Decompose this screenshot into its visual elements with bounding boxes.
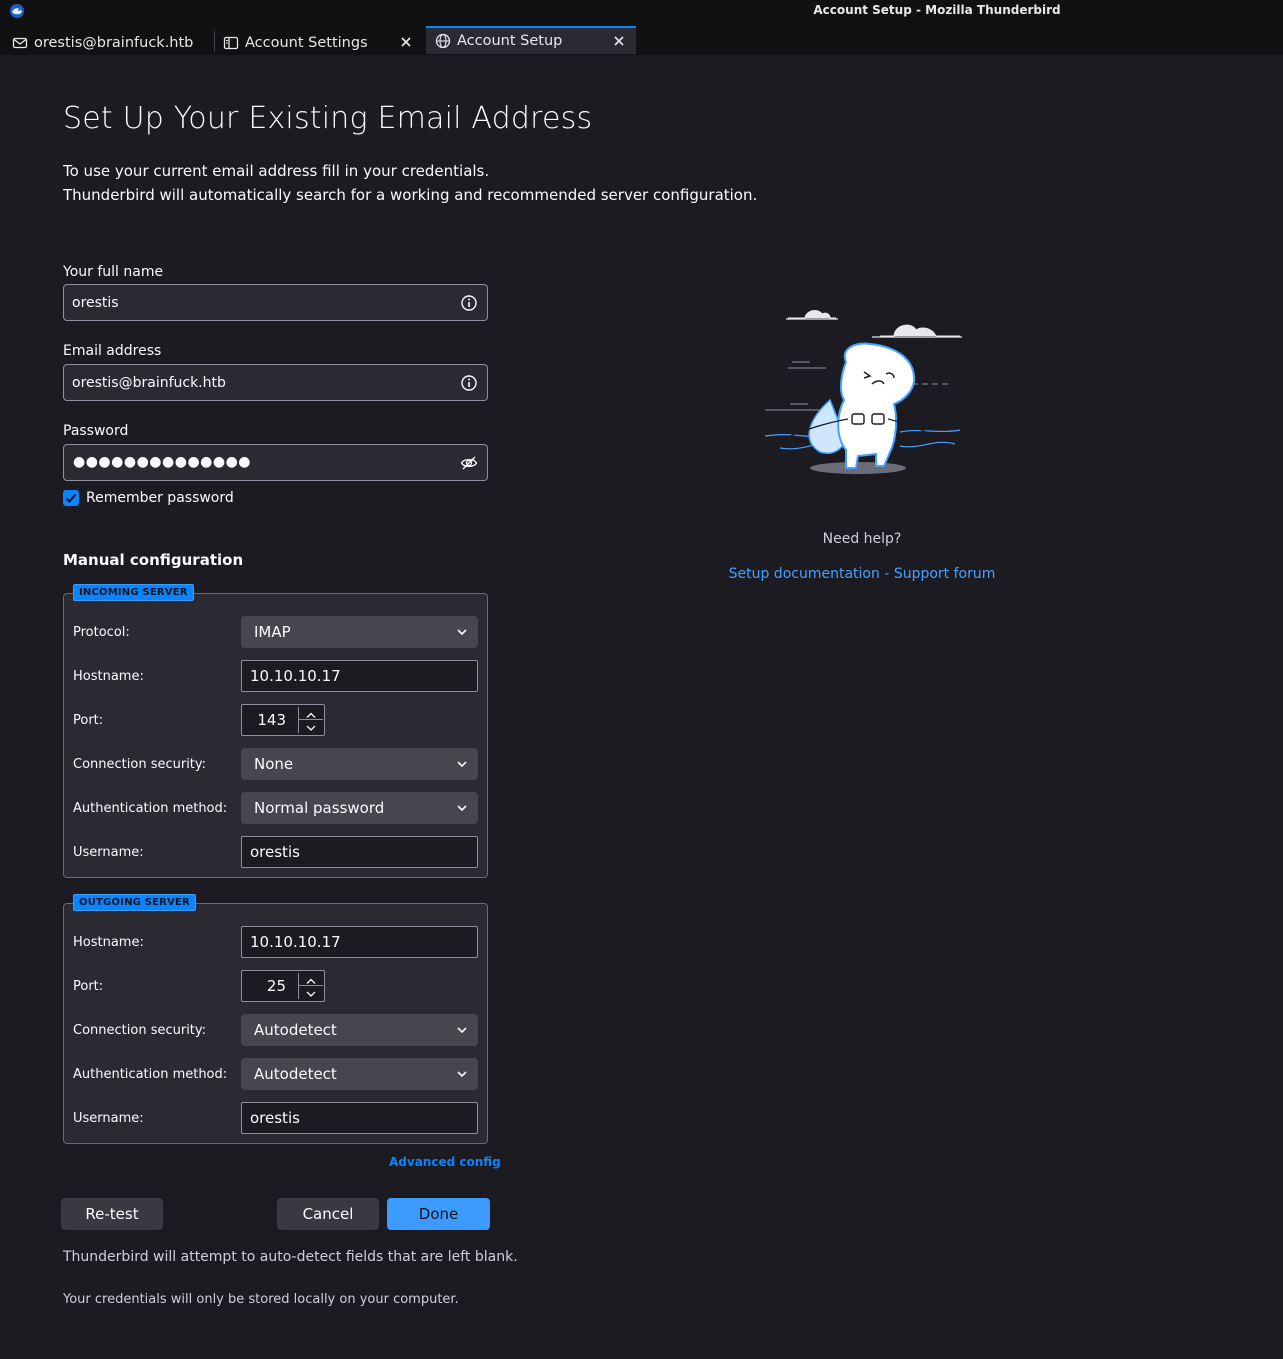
- incoming-auth-value: Normal password: [254, 799, 385, 817]
- remember-password-checkbox[interactable]: [63, 490, 79, 506]
- chevron-down-icon: [306, 725, 316, 731]
- spin-down-button[interactable]: [299, 986, 323, 999]
- spin-up-button[interactable]: [299, 707, 323, 720]
- tab-separator: [214, 31, 215, 51]
- outgoing-hostname-input[interactable]: 10.10.10.17: [241, 926, 478, 958]
- tab-account-setup[interactable]: Account Setup: [426, 26, 636, 54]
- full-name-input[interactable]: [64, 285, 454, 320]
- full-name-field[interactable]: [63, 284, 488, 321]
- close-icon[interactable]: [612, 34, 626, 48]
- password-label: Password: [63, 423, 129, 439]
- need-help-text: Need help?: [822, 531, 902, 547]
- incoming-security-value: None: [254, 755, 294, 773]
- spin-down-button[interactable]: [299, 720, 323, 733]
- outgoing-server-group: OUTGOING SERVER Hostname: 10.10.10.17 Po…: [63, 894, 488, 1144]
- outgoing-port-stepper[interactable]: 25: [241, 970, 325, 1002]
- password-field[interactable]: ●●●●●●●●●●●●●●: [63, 444, 488, 481]
- help-links-separator: -: [884, 566, 890, 582]
- email-field[interactable]: [63, 364, 488, 401]
- full-name-label: Your full name: [63, 264, 164, 280]
- intro-text: To use your current email address fill i…: [63, 159, 757, 207]
- incoming-hostname-input[interactable]: 10.10.10.17: [241, 660, 478, 692]
- cancel-button[interactable]: Cancel: [277, 1198, 379, 1230]
- credentials-note: Your credentials will only be stored loc…: [63, 1292, 459, 1307]
- chevron-down-icon: [457, 1071, 467, 1078]
- incoming-server-badge: INCOMING SERVER: [73, 584, 194, 601]
- incoming-port-label: Port:: [73, 713, 104, 728]
- autodetect-note: Thunderbird will attempt to auto-detect …: [63, 1249, 518, 1265]
- chevron-down-icon: [457, 629, 467, 636]
- incoming-protocol-value: IMAP: [254, 623, 291, 641]
- intro-line-2: Thunderbird will automatically search fo…: [63, 186, 758, 204]
- chevron-down-icon: [457, 805, 467, 812]
- outgoing-security-select[interactable]: Autodetect: [241, 1014, 478, 1046]
- setup-documentation-link[interactable]: Setup documentation: [729, 566, 880, 582]
- settings-page-icon: [223, 36, 239, 50]
- manual-config-title: Manual configuration: [63, 551, 244, 569]
- tab-account-settings-label: Account Settings: [245, 35, 368, 51]
- dinosaur-illustration: [764, 310, 962, 474]
- help-links: Setup documentation - Support forum: [700, 566, 1024, 582]
- incoming-port-stepper[interactable]: 143: [241, 704, 325, 736]
- incoming-port-value: 143: [257, 711, 286, 729]
- info-icon[interactable]: [460, 374, 478, 392]
- port-spinner: [298, 707, 323, 733]
- globe-icon: [435, 33, 451, 49]
- outgoing-hostname-label: Hostname:: [73, 935, 144, 950]
- page-title: Set Up Your Existing Email Address: [63, 101, 593, 136]
- email-input[interactable]: [64, 365, 454, 400]
- outgoing-security-label: Connection security:: [73, 1023, 207, 1038]
- close-icon[interactable]: [399, 35, 413, 49]
- outgoing-username-label: Username:: [73, 1111, 144, 1126]
- port-spinner: [298, 973, 323, 999]
- email-label: Email address: [63, 343, 162, 359]
- outgoing-auth-select[interactable]: Autodetect: [241, 1058, 478, 1090]
- password-mask: ●●●●●●●●●●●●●●: [73, 454, 252, 470]
- support-forum-link[interactable]: Support forum: [894, 566, 996, 582]
- incoming-username-label: Username:: [73, 845, 144, 860]
- outgoing-security-value: Autodetect: [254, 1021, 337, 1039]
- checkmark-icon: [65, 493, 77, 503]
- incoming-hostname-label: Hostname:: [73, 669, 144, 684]
- chevron-down-icon: [457, 1027, 467, 1034]
- advanced-config-link[interactable]: Advanced config: [389, 1155, 501, 1169]
- outgoing-server-badge: OUTGOING SERVER: [73, 894, 196, 911]
- incoming-username-input[interactable]: orestis: [241, 836, 478, 868]
- outgoing-auth-value: Autodetect: [254, 1065, 337, 1083]
- incoming-auth-label: Authentication method:: [73, 801, 228, 816]
- spin-up-button[interactable]: [299, 973, 323, 986]
- outgoing-port-label: Port:: [73, 979, 104, 994]
- outgoing-port-value: 25: [266, 977, 286, 995]
- incoming-security-label: Connection security:: [73, 757, 207, 772]
- done-button[interactable]: Done: [387, 1198, 490, 1230]
- incoming-protocol-label: Protocol:: [73, 625, 130, 640]
- retest-button[interactable]: Re-test: [61, 1198, 163, 1230]
- incoming-server-group: INCOMING SERVER Protocol: IMAP Hostname:…: [63, 584, 488, 878]
- incoming-protocol-select[interactable]: IMAP: [241, 616, 478, 648]
- incoming-auth-select[interactable]: Normal password: [241, 792, 478, 824]
- tab-account-setup-label: Account Setup: [457, 33, 563, 49]
- remember-password[interactable]: Remember password: [63, 490, 234, 506]
- outgoing-auth-label: Authentication method:: [73, 1067, 228, 1082]
- eye-slash-icon[interactable]: [460, 454, 478, 472]
- info-icon[interactable]: [460, 294, 478, 312]
- incoming-security-select[interactable]: None: [241, 748, 478, 780]
- tab-mail-label: orestis@brainfuck.htb: [34, 35, 194, 51]
- chevron-down-icon: [457, 761, 467, 768]
- intro-line-1: To use your current email address fill i…: [63, 162, 490, 180]
- chevron-down-icon: [306, 991, 316, 997]
- mail-icon: [12, 37, 28, 49]
- remember-password-label: Remember password: [86, 490, 234, 506]
- title-bar: Account Setup - Mozilla Thunderbird: [0, 0, 1283, 22]
- window-title: Account Setup - Mozilla Thunderbird: [813, 3, 1061, 17]
- tab-mail[interactable]: orestis@brainfuck.htb: [12, 29, 212, 57]
- tab-account-settings[interactable]: Account Settings: [223, 29, 423, 57]
- outgoing-username-input[interactable]: orestis: [241, 1102, 478, 1134]
